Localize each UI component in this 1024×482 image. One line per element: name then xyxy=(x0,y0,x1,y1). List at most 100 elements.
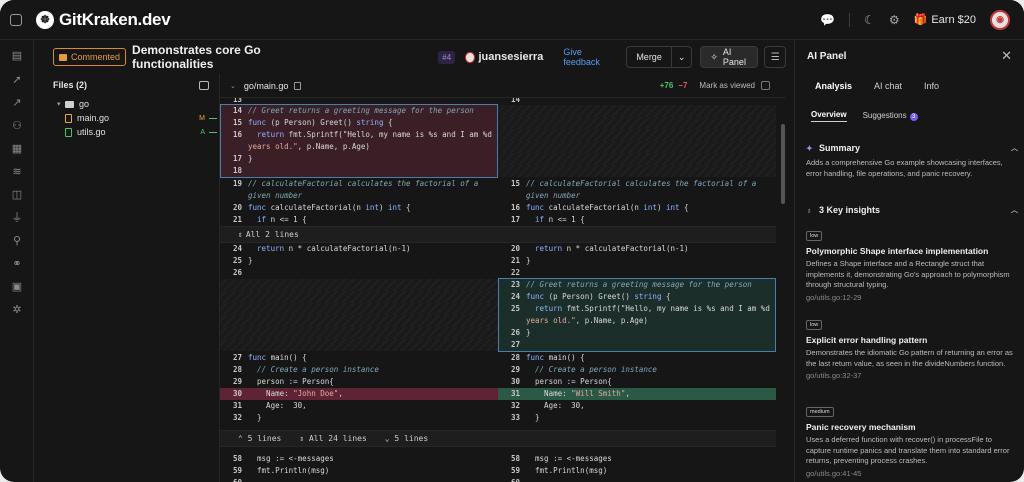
code-text: Name: "Will Smith", xyxy=(526,389,630,398)
scrollbar[interactable] xyxy=(780,98,786,482)
insight-link[interactable]: go/utils.go:41-45 xyxy=(806,469,1014,478)
chevron-down-icon[interactable]: ⌄ xyxy=(672,47,692,67)
right-line xyxy=(498,153,776,165)
line-number[interactable]: 21 xyxy=(220,214,248,226)
workflow-icon[interactable]: ⚇ xyxy=(11,120,23,132)
files-title: Files (2) xyxy=(53,80,88,90)
tree-file-main[interactable]: main.go M xyxy=(34,111,219,125)
line-number[interactable]: 58 xyxy=(498,453,526,465)
files-icon[interactable]: ▤ xyxy=(11,50,23,62)
copy-icon[interactable] xyxy=(294,81,302,90)
tree-file-utils[interactable]: utils.go A xyxy=(34,125,219,139)
subtab-suggestions[interactable]: Suggestions 3 xyxy=(863,111,918,121)
line-number[interactable]: 29 xyxy=(220,376,248,388)
toggle-sidebar-icon[interactable] xyxy=(10,13,22,26)
tab-ai-chat[interactable]: AI chat xyxy=(874,81,902,91)
insight-link[interactable]: go/utils.go:12-29 xyxy=(806,293,1014,302)
line-number[interactable]: 28 xyxy=(220,364,248,376)
sliders-icon[interactable]: ☰ xyxy=(764,46,786,68)
earn-button[interactable]: 🎁 Earn $20 xyxy=(914,13,976,27)
insight-item: low Polymorphic Shape interface implemen… xyxy=(806,224,1014,302)
line-number[interactable]: 16 xyxy=(498,202,526,214)
settings-icon[interactable]: ✲ xyxy=(11,304,23,316)
diff-row: given number given number xyxy=(220,190,776,202)
line-number[interactable]: 28 xyxy=(498,352,526,364)
line-number[interactable]: 32 xyxy=(498,400,526,412)
expand-all-icon[interactable]: ⇕ xyxy=(238,230,243,239)
merge-button[interactable]: Merge ⌄ xyxy=(626,46,693,68)
line-number[interactable]: 59 xyxy=(220,465,248,477)
line-number[interactable]: 21 xyxy=(498,255,526,267)
lock-icon[interactable]: ▣ xyxy=(11,281,23,293)
line-number[interactable]: 32 xyxy=(220,412,248,424)
line-number[interactable]: 30 xyxy=(498,376,526,388)
expand-lines-bar[interactable]: ⇕ All 2 lines xyxy=(220,226,776,243)
expand-down-label[interactable]: ⌄ 5 lines xyxy=(385,434,428,443)
insight-link[interactable]: go/utils.go:32-37 xyxy=(806,371,1014,380)
logo[interactable]: ☸ GitKraken.dev xyxy=(36,10,171,30)
line-number[interactable]: 20 xyxy=(498,243,526,255)
chevron-up-icon[interactable]: ︿ xyxy=(1011,143,1018,153)
line-number[interactable]: 24 xyxy=(220,243,248,255)
tab-analysis[interactable]: Analysis xyxy=(815,81,852,91)
line-number[interactable]: 58 xyxy=(220,453,248,465)
line-number[interactable] xyxy=(220,190,248,202)
team-icon[interactable]: ⚭ xyxy=(11,258,23,270)
chevron-up-icon[interactable]: ︿ xyxy=(1011,205,1018,215)
merge-label[interactable]: Merge xyxy=(627,47,672,67)
summary-header[interactable]: ✦ Summary ︿ xyxy=(806,143,1018,153)
diff-pane: ⌄ go/main.go +76 −7 Mark as viewed 13 14 1… xyxy=(220,74,786,482)
line-number[interactable]: 25 xyxy=(220,255,248,267)
ai-panel-button[interactable]: ✧ AI Panel xyxy=(700,46,759,68)
insights-icon[interactable]: ↗ xyxy=(11,97,23,109)
chevron-down-icon[interactable]: ⌄ xyxy=(230,82,236,90)
user-avatar[interactable]: ◉ xyxy=(990,9,1010,30)
line-number[interactable] xyxy=(498,190,526,202)
scrollbar-thumb[interactable] xyxy=(781,124,785,204)
line-number[interactable]: 59 xyxy=(498,465,526,477)
line-number[interactable]: 17 xyxy=(498,214,526,226)
insight-text: Uses a deferred function with recover() … xyxy=(806,435,1010,465)
expand-up-label[interactable]: ⌃ 5 lines xyxy=(238,434,281,443)
person-icon[interactable]: ⚲ xyxy=(11,235,23,247)
file-icon xyxy=(65,113,72,123)
mark-viewed-checkbox[interactable] xyxy=(761,81,770,90)
line-number[interactable]: 20 xyxy=(220,202,248,214)
pr-author[interactable]: juansesierra xyxy=(479,51,544,63)
line-number[interactable]: 29 xyxy=(498,364,526,376)
right-line: given number xyxy=(498,190,776,202)
line-number[interactable]: 33 xyxy=(498,412,526,424)
give-feedback-link[interactable]: Give feedback xyxy=(563,47,610,67)
moon-icon[interactable]: ☾ xyxy=(864,13,875,27)
panel-toggle-icon[interactable] xyxy=(199,80,209,90)
rocket-icon[interactable]: ➚ xyxy=(11,74,23,86)
line-number[interactable]: 60 xyxy=(498,477,526,482)
moved-block-highlight xyxy=(498,278,776,352)
tab-info[interactable]: Info xyxy=(924,81,939,91)
plug-icon[interactable]: ⏚ xyxy=(11,212,23,224)
line-number[interactable]: 60 xyxy=(220,477,248,482)
gitkraken-logo-icon: ☸ xyxy=(36,10,54,29)
line-number[interactable]: 27 xyxy=(220,352,248,364)
insights-header[interactable]: ♁ 3 Key insights ︿ xyxy=(806,205,1018,215)
expand-all-label[interactable]: All 2 lines xyxy=(246,230,299,239)
line-number[interactable]: 30 xyxy=(220,388,248,400)
expand-all-label[interactable]: ⇕ All 24 lines xyxy=(299,434,366,443)
close-icon[interactable]: ✕ xyxy=(1001,48,1012,64)
line-number[interactable]: 19 xyxy=(220,178,248,190)
expand-lines-bar[interactable]: ⌃ 5 lines ⇕ All 24 lines ⌄ 5 lines xyxy=(220,430,776,447)
chat-icon[interactable]: 💬 xyxy=(820,13,835,27)
line-number[interactable]: 31 xyxy=(220,400,248,412)
gear-icon[interactable]: ⚙ xyxy=(889,13,900,27)
chevron-down-icon: ▾ xyxy=(57,101,61,108)
map-icon[interactable]: ▦ xyxy=(11,143,23,155)
line-number[interactable]: 26 xyxy=(220,267,248,279)
layers-icon[interactable]: ≋ xyxy=(11,166,23,178)
diff-row: 32 } 33 } xyxy=(220,412,776,424)
line-number[interactable]: 15 xyxy=(498,178,526,190)
tree-folder[interactable]: ▾ go xyxy=(34,97,219,111)
subtab-overview[interactable]: Overview xyxy=(811,110,847,122)
cube-icon[interactable]: ◫ xyxy=(11,189,23,201)
line-number[interactable]: 31 xyxy=(498,388,526,400)
mark-viewed-label[interactable]: Mark as viewed xyxy=(699,81,755,90)
